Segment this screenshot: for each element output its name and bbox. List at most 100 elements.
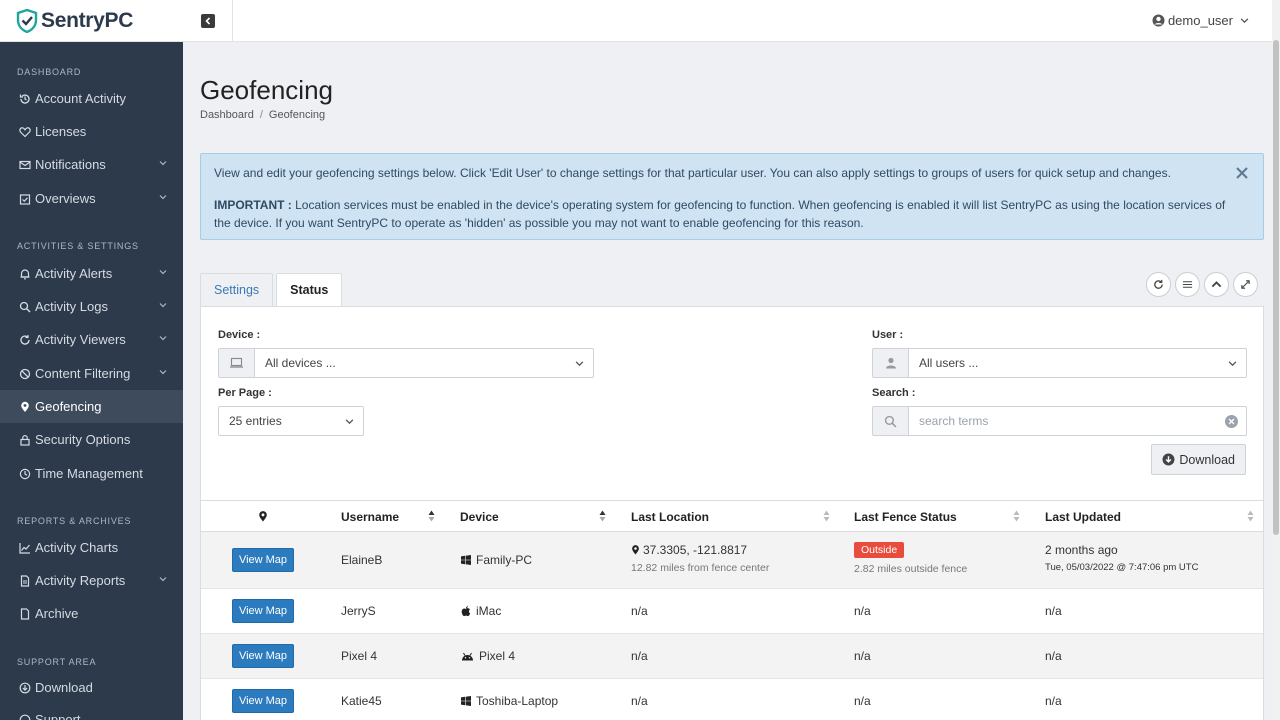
- app-name: SentryPC: [41, 8, 134, 32]
- search-label: Search :: [872, 387, 916, 399]
- sort-icon[interactable]: [428, 509, 435, 523]
- column-device[interactable]: Device: [460, 510, 499, 524]
- sidebar-item-label: Security Options: [35, 432, 131, 447]
- sidebar-item-label: Download: [35, 680, 93, 695]
- user-label: User :: [872, 329, 904, 341]
- username-label: demo_user: [1167, 13, 1233, 28]
- tab-status[interactable]: Status: [276, 273, 343, 308]
- sidebar-item-download[interactable]: Download: [0, 671, 183, 704]
- bell-icon: [18, 267, 31, 280]
- fence-status-cell: Outside 2.82 miles outside fence: [854, 542, 967, 575]
- sidebar-item-account-activity[interactable]: Account Activity: [0, 82, 183, 115]
- sort-icon[interactable]: [599, 509, 606, 523]
- section-activities: ACTIVITIES & SETTINGS: [17, 241, 139, 251]
- view-map-button[interactable]: View Map: [232, 599, 294, 623]
- sidebar-item-activity-charts[interactable]: Activity Charts: [0, 531, 183, 564]
- chevron-down-icon: [1228, 361, 1237, 367]
- scrollbar-thumb[interactable]: [1273, 40, 1279, 535]
- history-icon: [18, 92, 31, 105]
- user-menu[interactable]: demo_user: [1152, 13, 1252, 28]
- table-header: Username Device Last Location Last Fence…: [201, 500, 1263, 532]
- sidebar-item-label: Activity Viewers: [35, 332, 126, 347]
- sidebar-item-label: Activity Alerts: [35, 266, 113, 281]
- filter-button[interactable]: [1175, 272, 1200, 297]
- sidebar-item-security-options[interactable]: Security Options: [0, 423, 183, 456]
- chevron-down-icon: [159, 336, 167, 341]
- sidebar-item-overviews[interactable]: Overviews: [0, 182, 183, 215]
- sidebar-item-archive[interactable]: Archive: [0, 597, 183, 630]
- column-last-location[interactable]: Last Location: [631, 510, 709, 524]
- android-icon: [462, 652, 473, 660]
- tab-bar: Settings Status: [200, 273, 345, 308]
- download-button[interactable]: Download: [1151, 444, 1246, 475]
- column-username[interactable]: Username: [341, 510, 399, 524]
- sidebar-item-activity-reports[interactable]: Activity Reports: [0, 564, 183, 597]
- table-row: View Map Katie45 Toshiba-Laptop n/a n/a …: [201, 679, 1263, 720]
- archive-icon: [18, 607, 31, 620]
- sidebar-item-label: Activity Logs: [35, 299, 108, 314]
- windows-icon: [461, 555, 471, 565]
- download-icon: [18, 681, 31, 694]
- sidebar-item-activity-viewers[interactable]: Activity Viewers: [0, 323, 183, 356]
- breadcrumb-dashboard[interactable]: Dashboard: [200, 109, 254, 121]
- username-cell: JerryS: [341, 604, 376, 618]
- chevron-down-icon: [575, 361, 584, 367]
- sidebar-item-label: Licenses: [35, 124, 87, 139]
- refresh-icon: [18, 333, 31, 346]
- chevron-down-icon: [345, 419, 354, 425]
- sidebar-item-support[interactable]: Support: [0, 703, 183, 720]
- chevron-down-icon: [159, 161, 167, 166]
- sidebar-item-label: Activity Charts: [35, 540, 119, 555]
- search-field: [872, 406, 1247, 436]
- chevron-down-icon: [159, 270, 167, 275]
- logo[interactable]: SentryPC: [0, 0, 183, 42]
- expand-panel-button[interactable]: [1233, 272, 1258, 297]
- view-map-button[interactable]: View Map: [232, 689, 294, 713]
- sort-icon[interactable]: [1013, 509, 1020, 523]
- map-marker-icon: [18, 400, 31, 413]
- sidebar-item-time-management[interactable]: Time Management: [0, 457, 183, 490]
- device-cell: Toshiba-Laptop: [461, 694, 558, 708]
- updated-cell: n/a: [1045, 694, 1062, 708]
- tab-settings[interactable]: Settings: [200, 273, 274, 307]
- device-name: iMac: [476, 604, 502, 618]
- sidebar-item-licenses[interactable]: Licenses: [0, 115, 183, 148]
- view-map-button[interactable]: View Map: [232, 644, 294, 668]
- sidebar-item-geofencing[interactable]: Geofencing: [0, 390, 183, 423]
- table-row: View Map ElaineB Family-PC 37.3305, -121…: [201, 532, 1263, 589]
- sidebar-item-notifications[interactable]: Notifications: [0, 148, 183, 181]
- fence-status-cell: n/a: [854, 694, 871, 708]
- sort-icon[interactable]: [823, 509, 830, 523]
- sidebar-item-activity-alerts[interactable]: Activity Alerts: [0, 257, 183, 290]
- status-badge: Outside: [854, 542, 905, 558]
- view-map-button[interactable]: View Map: [232, 548, 294, 572]
- perpage-select[interactable]: 25 entries: [218, 406, 364, 436]
- info-alert: View and edit your geofencing settings b…: [200, 153, 1264, 240]
- search-input[interactable]: [909, 414, 1209, 428]
- page-scrollbar[interactable]: [1272, 0, 1280, 720]
- perpage-select-value: 25 entries: [229, 414, 282, 428]
- close-icon[interactable]: [1235, 166, 1249, 180]
- alert-important-label: IMPORTANT :: [214, 198, 292, 212]
- refresh-button[interactable]: [1146, 272, 1171, 297]
- sidebar-item-content-filtering[interactable]: Content Filtering: [0, 357, 183, 390]
- device-select[interactable]: All devices ...: [218, 348, 594, 378]
- panel-tools: [1142, 272, 1258, 297]
- updated-cell: 2 months ago Tue, 05/03/2022 @ 7:47:06 p…: [1045, 543, 1198, 573]
- sidebar-item-label: Archive: [35, 606, 79, 621]
- user-select[interactable]: All users ...: [872, 348, 1247, 378]
- column-last-fence-status[interactable]: Last Fence Status: [854, 510, 957, 524]
- sort-icon[interactable]: [1247, 509, 1254, 523]
- clear-search-icon[interactable]: [1225, 415, 1238, 428]
- column-last-updated[interactable]: Last Updated: [1045, 510, 1121, 524]
- chevron-down-icon: [159, 195, 167, 200]
- sidebar-toggle-button[interactable]: [183, 0, 233, 42]
- collapse-panel-button[interactable]: [1204, 272, 1229, 297]
- sidebar: SentryPC DASHBOARD Account Activity Lice…: [0, 0, 183, 720]
- sidebar-item-activity-logs[interactable]: Activity Logs: [0, 290, 183, 323]
- table-row: View Map JerryS iMac n/a n/a n/a: [201, 589, 1263, 634]
- topbar: demo_user: [183, 0, 1280, 42]
- search-icon: [18, 300, 31, 313]
- location-cell: 37.3305, -121.8817 12.82 miles from fenc…: [631, 543, 769, 574]
- page-title: Geofencing: [200, 75, 333, 105]
